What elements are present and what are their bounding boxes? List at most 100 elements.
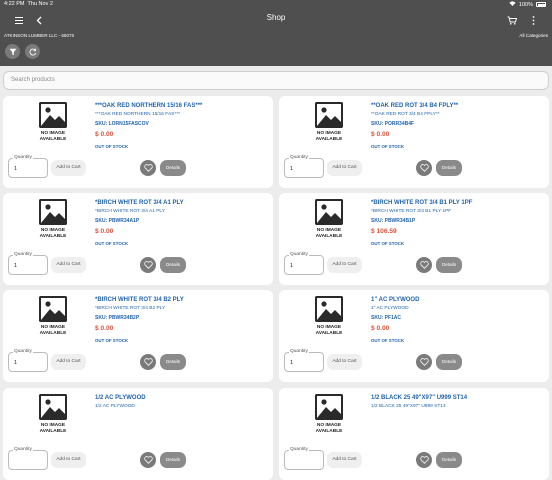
details-button[interactable]: Details (160, 257, 186, 273)
product-description: 1" AC PLYWOOD (371, 306, 409, 311)
quantity-label: Quantity (289, 155, 309, 160)
quantity-label: Quantity (289, 349, 309, 354)
no-image-text: NO IMAGE AVAILABLE (315, 228, 343, 239)
product-name[interactable]: *BIRCH WHITE ROT 3/4 B1 PLY 1PF (371, 200, 543, 206)
product-card[interactable]: NO IMAGE AVAILABLE **OAK RED ROT 3/4 B4 F… (279, 96, 549, 188)
filter-button[interactable] (5, 44, 20, 59)
add-to-cart-button[interactable]: Add to Cart (327, 354, 362, 370)
product-card[interactable]: NO IMAGE AVAILABLE *BIRCH WHITE ROT 3/4 A… (3, 193, 273, 285)
details-button[interactable]: Details (160, 452, 186, 468)
quantity-value: 1 (290, 166, 294, 172)
details-button[interactable]: Details (436, 257, 462, 273)
product-price: $ 0.00 (371, 131, 390, 138)
add-to-cart-button[interactable]: Add to Cart (51, 354, 86, 370)
product-name[interactable]: 1" AC PLYWOOD (371, 297, 543, 303)
product-info: *BIRCH WHITE ROT 3/4 B1 PLY 1PF *BIRCH W… (371, 200, 543, 246)
product-info: **OAK RED ROT 3/4 B4 FPLY** **OAK RED RO… (371, 103, 543, 149)
product-info: 1/2 BLACK 25 49"X97" U999 ST14 1/2 BLACK… (371, 395, 543, 415)
product-card[interactable]: NO IMAGE AVAILABLE *BIRCH WHITE ROT 3/4 B… (3, 290, 273, 382)
product-name[interactable]: *BIRCH WHITE ROT 3/4 B2 PLY (95, 297, 267, 303)
add-to-cart-button[interactable]: Add to Cart (51, 160, 86, 176)
favorite-button[interactable] (416, 257, 432, 273)
image-icon (315, 102, 343, 128)
product-card[interactable]: NO IMAGE AVAILABLE ***OAK RED NORTHERN 15… (3, 96, 273, 188)
product-description: **OAK RED ROT 3/4 B4 FPLY** (371, 112, 440, 117)
heart-icon (143, 451, 153, 469)
quantity-field[interactable]: Quantity 1 (8, 252, 48, 275)
battery-icon (536, 2, 546, 7)
product-card[interactable]: NO IMAGE AVAILABLE 1" AC PLYWOOD 1" AC PL… (279, 290, 549, 382)
refresh-button[interactable] (25, 44, 40, 59)
favorite-button[interactable] (140, 452, 156, 468)
product-price: $ 106.59 (371, 228, 397, 235)
image-icon (39, 296, 67, 322)
product-name[interactable]: ***OAK RED NORTHERN 15/16 FAS*** (95, 103, 267, 109)
image-icon (39, 199, 67, 225)
quantity-value: 1 (14, 263, 18, 269)
image-icon (315, 199, 343, 225)
all-categories-link[interactable]: All Categories (519, 33, 548, 38)
page-title: Shop (266, 13, 286, 22)
product-info: *BIRCH WHITE ROT 3/4 A1 PLY *BIRCH WHITE… (95, 200, 267, 246)
quantity-value: 1 (14, 166, 18, 172)
favorite-button[interactable] (416, 354, 432, 370)
filter-icon (9, 48, 16, 55)
product-name[interactable]: 1/2 AC PLYWOOD (95, 395, 267, 401)
search-placeholder: Search products (11, 77, 55, 83)
wifi-icon (509, 1, 516, 8)
image-icon (39, 394, 67, 420)
stock-status: OUT OF STOCK (371, 241, 405, 246)
stock-status: OUT OF STOCK (95, 241, 129, 246)
quantity-field[interactable]: Quantity 1 (284, 349, 324, 372)
favorite-button[interactable] (140, 257, 156, 273)
add-to-cart-button[interactable]: Add to Cart (327, 452, 362, 468)
no-image-text: NO IMAGE AVAILABLE (315, 325, 343, 336)
product-card[interactable]: NO IMAGE AVAILABLE 1/2 BLACK 25 49"X97" U… (279, 388, 549, 480)
product-name[interactable]: *BIRCH WHITE ROT 3/4 A1 PLY (95, 200, 267, 206)
details-button[interactable]: Details (436, 452, 462, 468)
quantity-field[interactable]: Quantity (284, 447, 324, 470)
product-image-placeholder: NO IMAGE AVAILABLE (311, 102, 347, 150)
product-sku: SKU: PBWR34B1P (371, 218, 416, 224)
favorite-button[interactable] (140, 354, 156, 370)
product-name[interactable]: **OAK RED ROT 3/4 B4 FPLY** (371, 103, 543, 109)
product-info: 1" AC PLYWOOD 1" AC PLYWOOD SKU: PF1AC $… (371, 297, 543, 343)
add-to-cart-button[interactable]: Add to Cart (327, 160, 362, 176)
search-input[interactable]: Search products (3, 71, 549, 90)
more-options-icon[interactable] (526, 13, 540, 27)
details-button[interactable]: Details (160, 354, 186, 370)
product-card[interactable]: NO IMAGE AVAILABLE 1/2 AC PLYWOOD 1/2 AC … (3, 388, 273, 480)
product-info: ***OAK RED NORTHERN 15/16 FAS*** ***OAK … (95, 103, 267, 149)
heart-icon (419, 256, 429, 274)
stock-status: OUT OF STOCK (95, 144, 129, 149)
product-description: *BIRCH WHITE ROT 3/4 B1 PLY 1PF (371, 209, 452, 214)
quantity-field[interactable]: Quantity 1 (8, 155, 48, 178)
product-description: ***OAK RED NORTHERN 15/16 FAS*** (95, 112, 180, 117)
details-button[interactable]: Details (436, 354, 462, 370)
product-card[interactable]: NO IMAGE AVAILABLE *BIRCH WHITE ROT 3/4 B… (279, 193, 549, 285)
product-price: $ 0.00 (371, 325, 390, 332)
account-name: ATKINSON LUMBER LLC - 65070 (4, 33, 75, 38)
favorite-button[interactable] (416, 452, 432, 468)
details-button[interactable]: Details (160, 160, 186, 176)
cart-icon[interactable] (505, 13, 519, 27)
add-to-cart-button[interactable]: Add to Cart (327, 257, 362, 273)
add-to-cart-button[interactable]: Add to Cart (51, 452, 86, 468)
product-image-placeholder: NO IMAGE AVAILABLE (311, 394, 347, 442)
favorite-button[interactable] (416, 160, 432, 176)
quantity-field[interactable]: Quantity 1 (284, 252, 324, 275)
favorite-button[interactable] (140, 160, 156, 176)
quantity-label: Quantity (13, 252, 33, 257)
add-to-cart-button[interactable]: Add to Cart (51, 257, 86, 273)
product-image-placeholder: NO IMAGE AVAILABLE (35, 296, 71, 344)
product-name[interactable]: 1/2 BLACK 25 49"X97" U999 ST14 (371, 395, 543, 401)
quantity-value: 1 (290, 263, 294, 269)
quantity-field[interactable]: Quantity 1 (284, 155, 324, 178)
heart-icon (143, 256, 153, 274)
heart-icon (419, 451, 429, 469)
details-button[interactable]: Details (436, 160, 462, 176)
status-right: 100% (509, 1, 546, 8)
quantity-field[interactable]: Quantity (8, 447, 48, 470)
product-image-placeholder: NO IMAGE AVAILABLE (311, 296, 347, 344)
quantity-field[interactable]: Quantity 1 (8, 349, 48, 372)
